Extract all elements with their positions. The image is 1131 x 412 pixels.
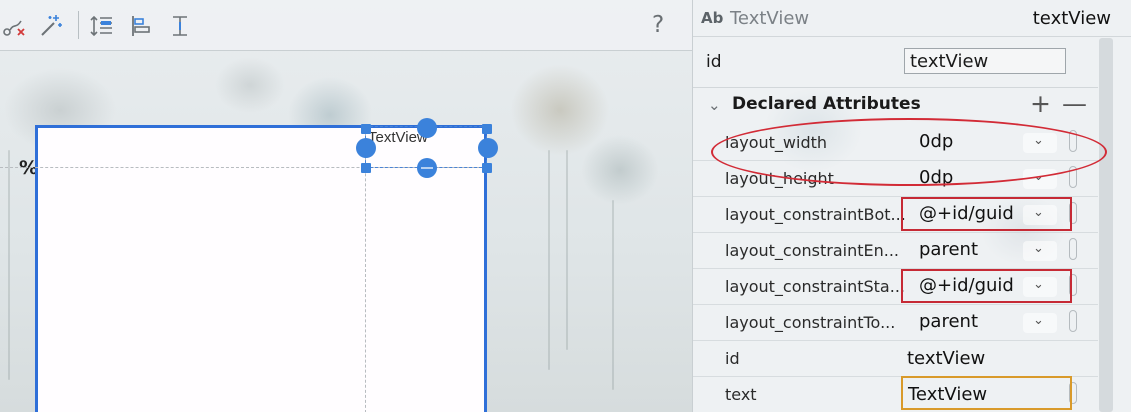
attributes-scrollbar[interactable] (1099, 38, 1113, 412)
highlight-box-constraint-start (901, 269, 1072, 303)
textview-type-icon: Ab (701, 9, 724, 27)
attribute-row-constraint-top[interactable]: layout_constraintTo... parent ⌄ (693, 304, 1098, 340)
attributes-header: Ab TextView textView (693, 0, 1131, 37)
declared-attributes-section[interactable]: ⌄ Declared Attributes + — (693, 90, 1098, 120)
resize-handle-top-right[interactable] (482, 124, 492, 134)
attribute-value: parent (919, 311, 979, 332)
resize-handle-bottom-left[interactable] (361, 163, 371, 173)
highlight-ellipse-width-height (711, 118, 1107, 186)
align-icon[interactable] (129, 13, 155, 39)
attribute-value-field[interactable]: parent ⌄ (901, 236, 1071, 264)
id-label: id (706, 52, 722, 72)
help-icon[interactable]: ? (652, 12, 664, 38)
attribute-value: parent (919, 239, 979, 260)
resize-handle-bottom-right[interactable] (482, 163, 492, 173)
id-input[interactable]: textView (904, 48, 1066, 74)
bottom-constraint-handle[interactable] (417, 158, 437, 178)
design-canvas[interactable]: ? % TextView (0, 0, 692, 412)
design-toolbar: ? (0, 0, 692, 51)
attribute-value[interactable]: textView (907, 348, 985, 369)
collapse-chevron-icon[interactable]: ⌄ (708, 96, 721, 114)
background-decoration (612, 200, 614, 390)
toolbar-separator (78, 11, 79, 39)
attribute-row-constraint-end[interactable]: layout_constraintEn... parent ⌄ (693, 232, 1098, 268)
start-constraint-handle[interactable] (356, 138, 376, 158)
attributes-panel: Ab TextView textView id textView ⌄ Decla… (692, 0, 1131, 412)
attribute-name: layout_constraintEn... (725, 241, 900, 260)
attribute-name: layout_constraintSta... (725, 277, 905, 296)
id-input-value: textView (910, 51, 989, 72)
background-decoration (548, 150, 550, 370)
add-attribute-icon[interactable]: + (1030, 90, 1051, 118)
attribute-name: id (725, 349, 740, 368)
attribute-name: layout_constraintBot... (725, 205, 906, 224)
remove-attribute-icon[interactable]: — (1062, 90, 1087, 118)
component-type: TextView (730, 8, 810, 29)
attribute-name: layout_constraintTo... (725, 313, 896, 332)
attribute-name: text (725, 385, 757, 404)
end-constraint-handle[interactable] (478, 138, 498, 158)
component-id: textView (1032, 8, 1111, 29)
resize-handle-top-left[interactable] (361, 124, 371, 134)
section-divider (693, 87, 1098, 88)
attribute-value-field[interactable]: parent ⌄ (901, 308, 1071, 336)
attribute-edit-handle[interactable] (1069, 238, 1077, 260)
clear-constraints-icon[interactable] (2, 13, 28, 39)
guidelines-icon[interactable] (167, 13, 193, 39)
section-title: Declared Attributes (732, 94, 921, 114)
dropdown-arrow-icon[interactable]: ⌄ (1023, 241, 1057, 261)
attribute-edit-handle[interactable] (1069, 310, 1077, 332)
highlight-box-constraint-bottom (901, 197, 1072, 231)
background-decoration (8, 150, 10, 380)
pack-icon[interactable] (89, 13, 115, 39)
id-row: id textView (693, 44, 1093, 80)
dropdown-arrow-icon[interactable]: ⌄ (1023, 313, 1057, 333)
attribute-row-id[interactable]: id textView (693, 340, 1098, 376)
top-constraint-handle[interactable] (417, 118, 437, 138)
background-decoration (566, 150, 568, 350)
highlight-box-text (901, 376, 1072, 410)
infer-constraints-icon[interactable] (38, 13, 64, 39)
